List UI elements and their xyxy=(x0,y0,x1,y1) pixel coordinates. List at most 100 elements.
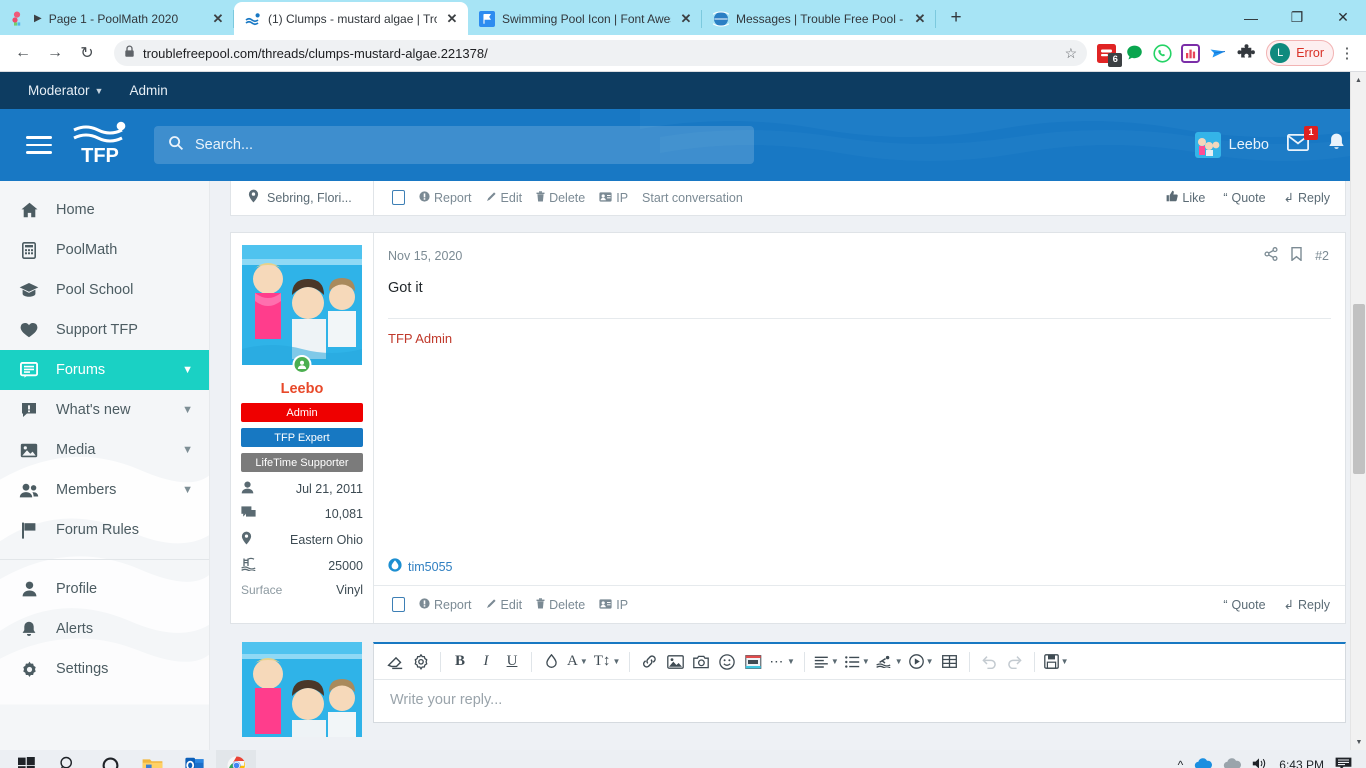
link-icon[interactable] xyxy=(636,648,662,676)
post-date[interactable]: Nov 15, 2020 xyxy=(388,249,462,263)
delete-button[interactable]: Delete xyxy=(536,598,585,612)
scrollbar-thumb[interactable] xyxy=(1353,304,1365,474)
forward-icon[interactable]: → xyxy=(40,38,70,68)
sidebar-item-poolmath[interactable]: PoolMath xyxy=(0,230,209,270)
camera-icon[interactable] xyxy=(688,648,714,676)
kebab-menu-icon[interactable]: ⋮ xyxy=(1336,46,1358,61)
post-number[interactable]: #2 xyxy=(1315,249,1329,263)
maximize-button[interactable]: ❐ xyxy=(1274,0,1320,35)
sidebar-item-pool-school[interactable]: Pool School xyxy=(0,270,209,310)
sidebar-item-whats-new[interactable]: What's new ▼ xyxy=(0,390,209,430)
address-bar[interactable]: troublefreepool.com/threads/clumps-musta… xyxy=(114,40,1088,66)
user-menu[interactable]: Leebo xyxy=(1194,132,1269,158)
editor-settings-gear-icon[interactable] xyxy=(408,648,434,676)
reply-button[interactable]: ↲ Reply xyxy=(1284,190,1330,206)
browser-tab-3[interactable]: Messages | Trouble Free Pool - A ✕ xyxy=(702,2,936,35)
author-name[interactable]: Leebo xyxy=(241,381,363,397)
start-button-icon[interactable] xyxy=(6,750,46,768)
author-avatar-wrap[interactable] xyxy=(242,245,362,374)
insert-image-icon[interactable] xyxy=(662,648,688,676)
new-tab-button[interactable]: + xyxy=(942,4,970,32)
chrome-icon[interactable] xyxy=(216,750,256,768)
close-icon[interactable]: ✕ xyxy=(444,11,460,27)
reaction-user-name[interactable]: tim5055 xyxy=(408,560,452,574)
text-align-icon[interactable]: ▼ xyxy=(811,648,842,676)
green-bubble-icon[interactable] xyxy=(1125,44,1144,63)
bookmark-star-icon[interactable]: ☆ xyxy=(1065,45,1078,62)
font-size-icon[interactable]: T↕ ▼ xyxy=(591,648,624,676)
browser-tab-2[interactable]: Swimming Pool Icon | Font Awes ✕ xyxy=(468,2,702,35)
search-icon[interactable] xyxy=(48,750,88,768)
list-icon[interactable]: ▼ xyxy=(842,648,873,676)
onedrive-icon[interactable] xyxy=(1194,757,1213,768)
draft-save-icon[interactable]: ▼ xyxy=(1041,648,1072,676)
report-button[interactable]: Report xyxy=(419,191,472,205)
ip-button[interactable]: IP xyxy=(599,598,628,612)
bold-icon[interactable]: B xyxy=(447,648,473,676)
moderator-menu[interactable]: Moderator ▼ xyxy=(28,83,103,98)
chrome-profile-chip[interactable]: L Error xyxy=(1266,40,1334,66)
media-icon[interactable]: ▼ xyxy=(906,648,937,676)
quote-button[interactable]: “ Quote xyxy=(1223,598,1265,612)
tfp-logo[interactable]: TFP xyxy=(70,120,132,171)
reply-button[interactable]: ↲ Reply xyxy=(1284,597,1330,613)
sidebar-item-settings[interactable]: Settings xyxy=(0,649,209,689)
sidebar-item-media[interactable]: Media ▼ xyxy=(0,430,209,470)
hamburger-icon[interactable] xyxy=(26,136,52,154)
sidebar-item-profile[interactable]: Profile xyxy=(0,569,209,609)
close-icon[interactable]: ✕ xyxy=(912,11,928,27)
more-options-icon[interactable]: ⋯ ▼ xyxy=(766,648,798,676)
reply-textarea[interactable]: Write your reply... xyxy=(374,680,1345,722)
sidebar-item-support-tfp[interactable]: Support TFP xyxy=(0,310,209,350)
browser-tab-0[interactable]: ▶ Page 1 - PoolMath 2020 ✕ xyxy=(0,2,234,35)
volume-icon[interactable] xyxy=(1252,757,1268,768)
purple-chart-icon[interactable] xyxy=(1181,43,1201,63)
sidebar-item-home[interactable]: Home xyxy=(0,190,209,230)
undo-icon[interactable] xyxy=(976,648,1002,676)
whatsapp-icon[interactable] xyxy=(1153,43,1172,63)
blue-send-icon[interactable] xyxy=(1209,44,1228,63)
minimize-button[interactable]: — xyxy=(1228,0,1274,35)
pool-insert-icon[interactable]: ▼ xyxy=(873,648,906,676)
sidebar-item-forum-rules[interactable]: Forum Rules xyxy=(0,510,209,550)
start-conversation-button[interactable]: Start conversation xyxy=(642,191,743,205)
browser-tab-1[interactable]: (1) Clumps - mustard algae | Trou ✕ xyxy=(234,2,468,35)
cortana-icon[interactable] xyxy=(90,750,130,768)
red-extension-icon[interactable]: 6 xyxy=(1097,43,1123,67)
show-hidden-icons[interactable]: ^ xyxy=(1178,758,1184,768)
outlook-icon[interactable] xyxy=(174,750,214,768)
edit-button[interactable]: Edit xyxy=(486,598,522,612)
admin-link[interactable]: Admin xyxy=(129,83,167,98)
select-post-checkbox[interactable] xyxy=(392,190,405,205)
clock-time[interactable]: 6:43 PM xyxy=(1279,758,1324,768)
alerts-button[interactable] xyxy=(1327,132,1346,158)
select-post-checkbox[interactable] xyxy=(392,597,405,612)
share-icon[interactable] xyxy=(1264,247,1278,264)
scroll-up-arrow-icon[interactable]: ▲ xyxy=(1351,72,1366,88)
puzzle-piece-icon[interactable] xyxy=(1237,43,1256,63)
page-scrollbar[interactable]: ▲ ▼ xyxy=(1350,72,1366,750)
file-explorer-icon[interactable] xyxy=(132,750,172,768)
search-input[interactable]: Search... xyxy=(154,126,754,164)
edit-button[interactable]: Edit xyxy=(486,191,522,205)
sidebar-item-forums[interactable]: Forums ▼ xyxy=(0,350,209,390)
font-family-icon[interactable]: A ▼ xyxy=(564,648,591,676)
close-icon[interactable]: ✕ xyxy=(210,11,226,27)
report-button[interactable]: Report xyxy=(419,598,472,612)
cloud-icon[interactable] xyxy=(1223,757,1242,768)
emoji-icon[interactable] xyxy=(714,648,740,676)
redo-icon[interactable] xyxy=(1002,648,1028,676)
bookmark-icon[interactable] xyxy=(1291,247,1302,264)
attachment-icon[interactable] xyxy=(740,648,766,676)
sidebar-item-members[interactable]: Members ▼ xyxy=(0,470,209,510)
delete-button[interactable]: Delete xyxy=(536,191,585,205)
back-icon[interactable]: ← xyxy=(8,38,38,68)
scroll-down-arrow-icon[interactable]: ▼ xyxy=(1351,734,1366,750)
sidebar-item-alerts[interactable]: Alerts xyxy=(0,609,209,649)
table-icon[interactable] xyxy=(937,648,963,676)
remove-formatting-icon[interactable] xyxy=(382,648,408,676)
italic-icon[interactable]: I xyxy=(473,648,499,676)
action-center-icon[interactable] xyxy=(1335,757,1352,768)
reload-icon[interactable]: ↻ xyxy=(72,38,102,68)
ip-button[interactable]: IP xyxy=(599,191,628,205)
